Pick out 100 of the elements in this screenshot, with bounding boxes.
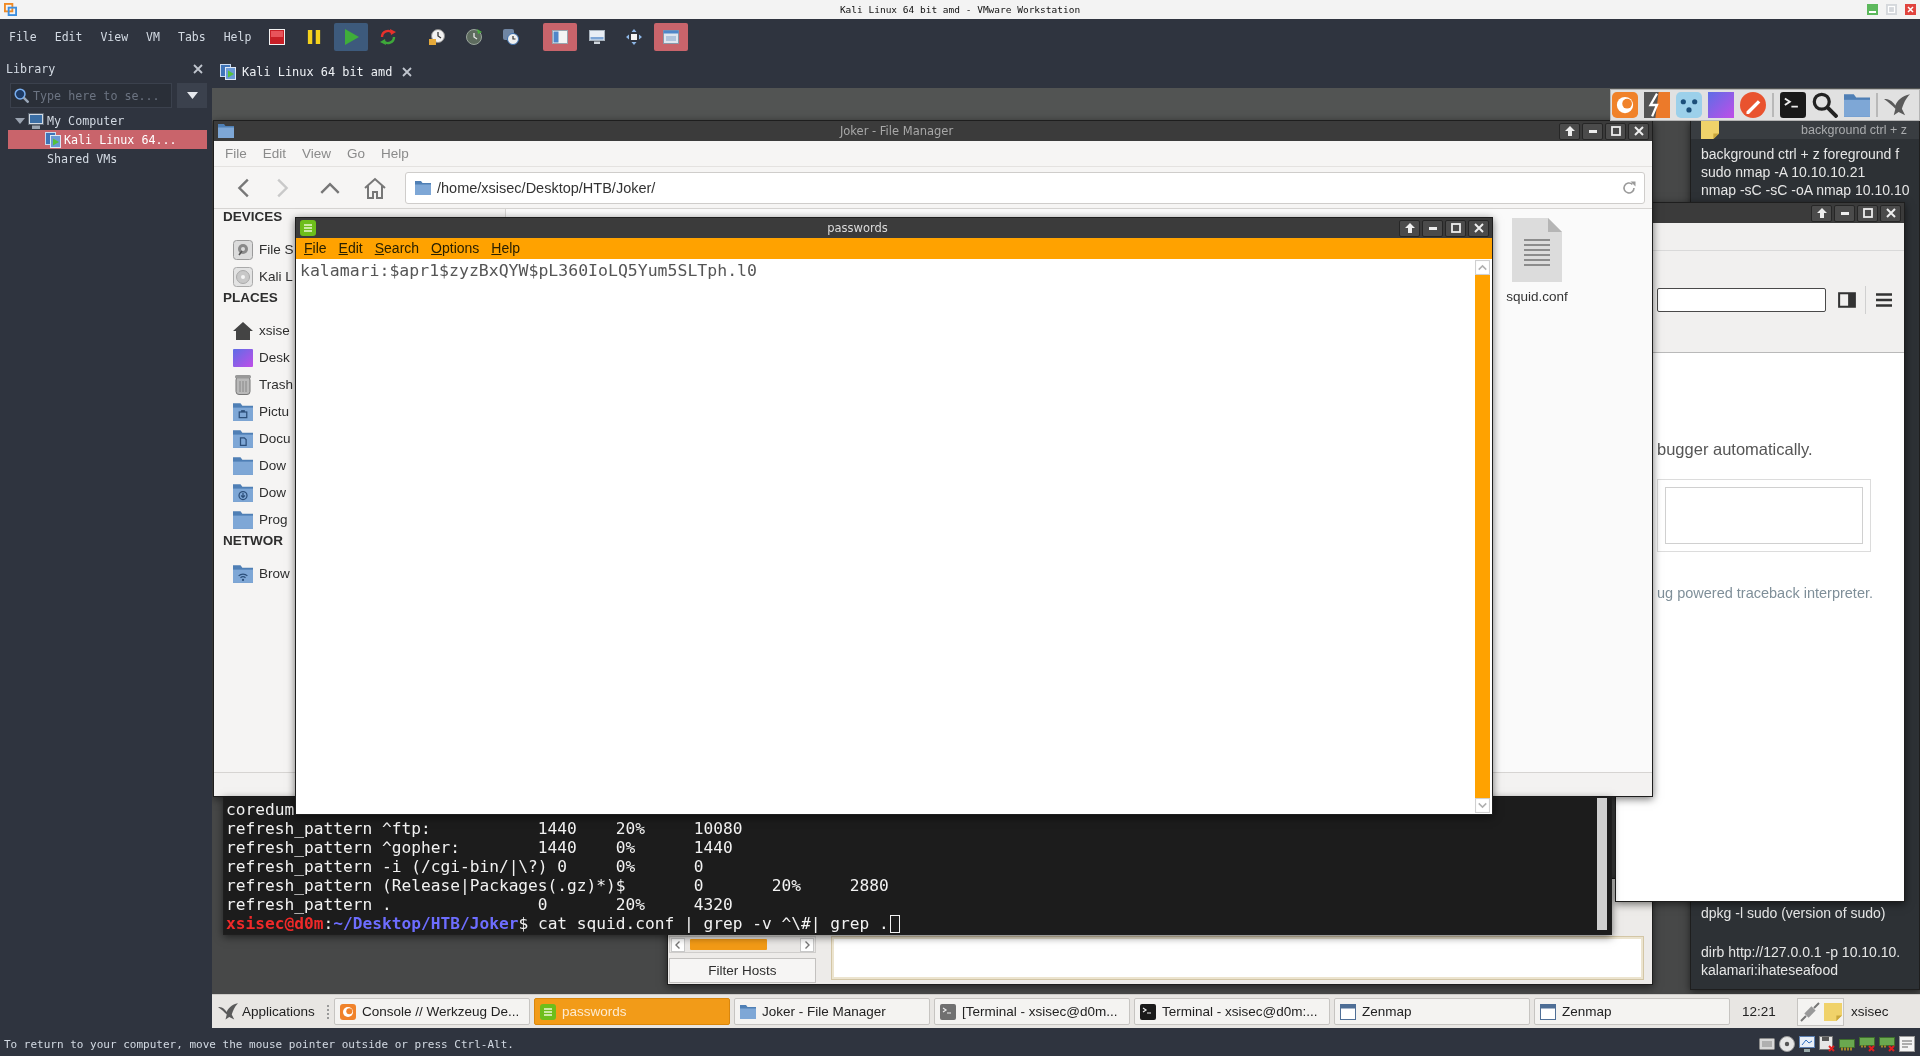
- terminal-icon[interactable]: [1780, 92, 1806, 118]
- sidebar-item[interactable]: Dow: [223, 479, 286, 506]
- folder-icon[interactable]: [1844, 93, 1870, 117]
- plug-icon[interactable]: [1799, 1001, 1820, 1022]
- note-line: nmap -sC -sC -oA nmap 10.10.10: [1701, 181, 1910, 199]
- task-button[interactable]: Zenmap: [1534, 998, 1730, 1025]
- document-item[interactable]: squid.conf: [1492, 218, 1582, 304]
- menu-item[interactable]: Search: [368, 238, 426, 259]
- menu-item[interactable]: File: [298, 238, 333, 259]
- task-button[interactable]: Zenmap: [1334, 998, 1530, 1025]
- bird-icon[interactable]: [1884, 93, 1910, 117]
- chevron-up-icon: [320, 181, 340, 194]
- search-input[interactable]: Type here to se...: [33, 88, 168, 103]
- maximize-button[interactable]: [1445, 219, 1466, 237]
- pause-icon: [307, 29, 322, 45]
- sidebar-item[interactable]: Dow: [223, 452, 286, 479]
- minimize-button[interactable]: [1834, 204, 1855, 222]
- disc-icon: [233, 266, 253, 287]
- display-icon[interactable]: [1799, 1036, 1815, 1052]
- url-field[interactable]: [1657, 288, 1827, 312]
- chevron-left-icon: [237, 177, 249, 198]
- menu-item[interactable]: Edit: [45, 23, 92, 51]
- network-card-icon[interactable]: [1879, 1036, 1895, 1052]
- tree-item[interactable]: My Computer: [8, 111, 207, 130]
- applications-button[interactable]: Applications: [214, 998, 322, 1025]
- scrollbar[interactable]: [1597, 798, 1607, 930]
- fullscreen-button[interactable]: [654, 23, 689, 51]
- location-field[interactable]: /home/xsisec/Desktop/HTB/Joker/: [405, 171, 1645, 204]
- network-card-icon[interactable]: [1839, 1036, 1855, 1052]
- sidebar-item[interactable]: Pictu: [223, 398, 289, 425]
- gradient-tile-icon[interactable]: [1708, 92, 1734, 118]
- sidebar-item[interactable]: Trash: [223, 371, 293, 398]
- sidebar-icon: [1837, 292, 1856, 308]
- menu-item[interactable]: VM: [137, 23, 169, 51]
- expander-icon[interactable]: [15, 117, 25, 124]
- window-title: Kali Linux 64 bit amd - VMware Workstation: [839, 4, 1081, 15]
- sidebar-item[interactable]: Prog: [223, 506, 288, 533]
- search-field[interactable]: Type here to se...: [10, 83, 172, 108]
- terminal-line: refresh_pattern . 0 20% 4320: [226, 895, 733, 914]
- task-button[interactable]: Console // Werkzeug De...: [334, 998, 530, 1025]
- menu-item[interactable]: View: [91, 23, 138, 51]
- message-icon[interactable]: [1899, 1036, 1915, 1052]
- sidebar-item[interactable]: File S: [223, 236, 294, 263]
- menu-item[interactable]: Tabs: [168, 23, 215, 51]
- sidebar-item[interactable]: Docu: [223, 425, 291, 452]
- scrollbar[interactable]: [669, 936, 816, 953]
- terminal-line: refresh_pattern (Release|Packages(.gz)*)$ 0 20% 2880: [226, 876, 889, 895]
- task-button[interactable]: Terminal - xsisec@d0m:...: [1134, 998, 1330, 1025]
- tree-item[interactable]: Kali Linux 64...: [8, 130, 207, 149]
- sidebar-item[interactable]: Brow: [223, 560, 290, 587]
- cursor-icon: [889, 914, 900, 933]
- arrow-left-icon[interactable]: [671, 937, 685, 952]
- maximize-button[interactable]: [1857, 204, 1878, 222]
- search-icon[interactable]: [1812, 92, 1838, 118]
- clock-icon: [503, 29, 520, 45]
- text-line: kalamari:$apr1$zyzBxQYW$pL360IoLQ5Yum5SLTph.l0: [300, 261, 757, 281]
- dots-icon[interactable]: [1676, 92, 1702, 118]
- close-button[interactable]: [1880, 204, 1901, 222]
- disc-icon[interactable]: [1779, 1036, 1795, 1052]
- network-card-icon[interactable]: [1859, 1036, 1875, 1052]
- tree-item[interactable]: Shared VMs: [8, 149, 207, 168]
- up-button[interactable]: [1811, 204, 1832, 222]
- menu-item[interactable]: Options: [425, 238, 486, 259]
- arrow-right-icon[interactable]: [800, 937, 814, 952]
- home-icon: [364, 176, 386, 199]
- note-line: dirb http://127.0.0.1 -p 10.10.10.: [1701, 943, 1901, 961]
- play-button[interactable]: [334, 23, 369, 51]
- minimize-button[interactable]: [1422, 219, 1443, 237]
- lightning-icon[interactable]: [1644, 92, 1670, 118]
- location-input[interactable]: /home/xsisec/Desktop/HTB/Joker/: [437, 179, 1616, 196]
- sidebar-item[interactable]: xsise: [223, 317, 290, 344]
- user-name[interactable]: xsisec: [1851, 1004, 1889, 1019]
- filter-hosts-button[interactable]: Filter Hosts: [669, 958, 816, 983]
- pen-icon[interactable]: [1740, 92, 1766, 118]
- note-line: dpkg -l sudo (version of sudo): [1701, 904, 1886, 922]
- dropdown-button[interactable]: [177, 83, 207, 108]
- folder-icon: [218, 124, 234, 138]
- text-area[interactable]: kalamari:$apr1$zyzBxQYW$pL360IoLQ5Yum5SLTph.l0: [296, 259, 1475, 814]
- close-button[interactable]: [1468, 219, 1489, 237]
- task-button[interactable]: [Terminal - xsisec@d0m...: [934, 998, 1130, 1025]
- maximize-icon: [1610, 126, 1621, 136]
- library-view-button[interactable]: [543, 23, 578, 51]
- window-icon: [1340, 1003, 1356, 1020]
- window-title: passwords: [827, 221, 888, 235]
- arrow-up-icon: [1404, 223, 1415, 233]
- sidebar-item[interactable]: Desk: [223, 344, 290, 371]
- menu-item[interactable]: File: [0, 23, 46, 51]
- floppy-icon[interactable]: [1819, 1036, 1835, 1052]
- note-line: kalamari:ihateseafood: [1701, 961, 1838, 979]
- refresh-icon: [380, 29, 397, 45]
- menu-item[interactable]: Help: [214, 23, 261, 51]
- menu-item[interactable]: Help: [485, 238, 527, 259]
- minimize-icon: [1840, 211, 1849, 215]
- reload-button[interactable]: [1622, 180, 1636, 195]
- sidebar-item[interactable]: Kali L: [223, 263, 293, 290]
- tab[interactable]: Kali Linux 64 bit amd: [216, 55, 421, 88]
- up-button[interactable]: [1399, 219, 1420, 237]
- maximize-icon: [1450, 223, 1461, 233]
- task-button[interactable]: Joker - File Manager: [734, 998, 930, 1025]
- menu-item[interactable]: Edit: [332, 238, 369, 259]
